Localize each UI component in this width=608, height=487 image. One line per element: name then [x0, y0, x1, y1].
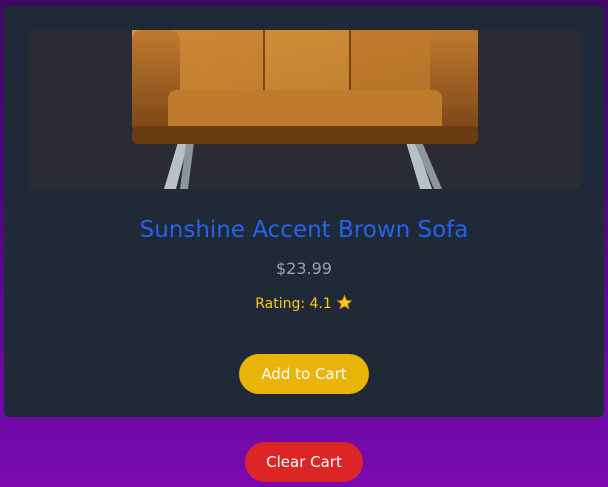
product-rating: Rating: 4.1	[4, 294, 604, 315]
clear-cart-button[interactable]: Clear Cart	[245, 442, 363, 482]
product-image	[28, 30, 581, 189]
rating-label: Rating: 4.1	[255, 296, 332, 312]
product-card: Sunshine Accent Brown Sofa $23.99 Rating…	[4, 6, 604, 417]
add-to-cart-button[interactable]: Add to Cart	[239, 354, 369, 394]
star-icon	[336, 294, 353, 315]
product-price: $23.99	[276, 259, 332, 278]
product-title[interactable]: Sunshine Accent Brown Sofa	[4, 217, 604, 243]
chair-image	[132, 30, 478, 189]
